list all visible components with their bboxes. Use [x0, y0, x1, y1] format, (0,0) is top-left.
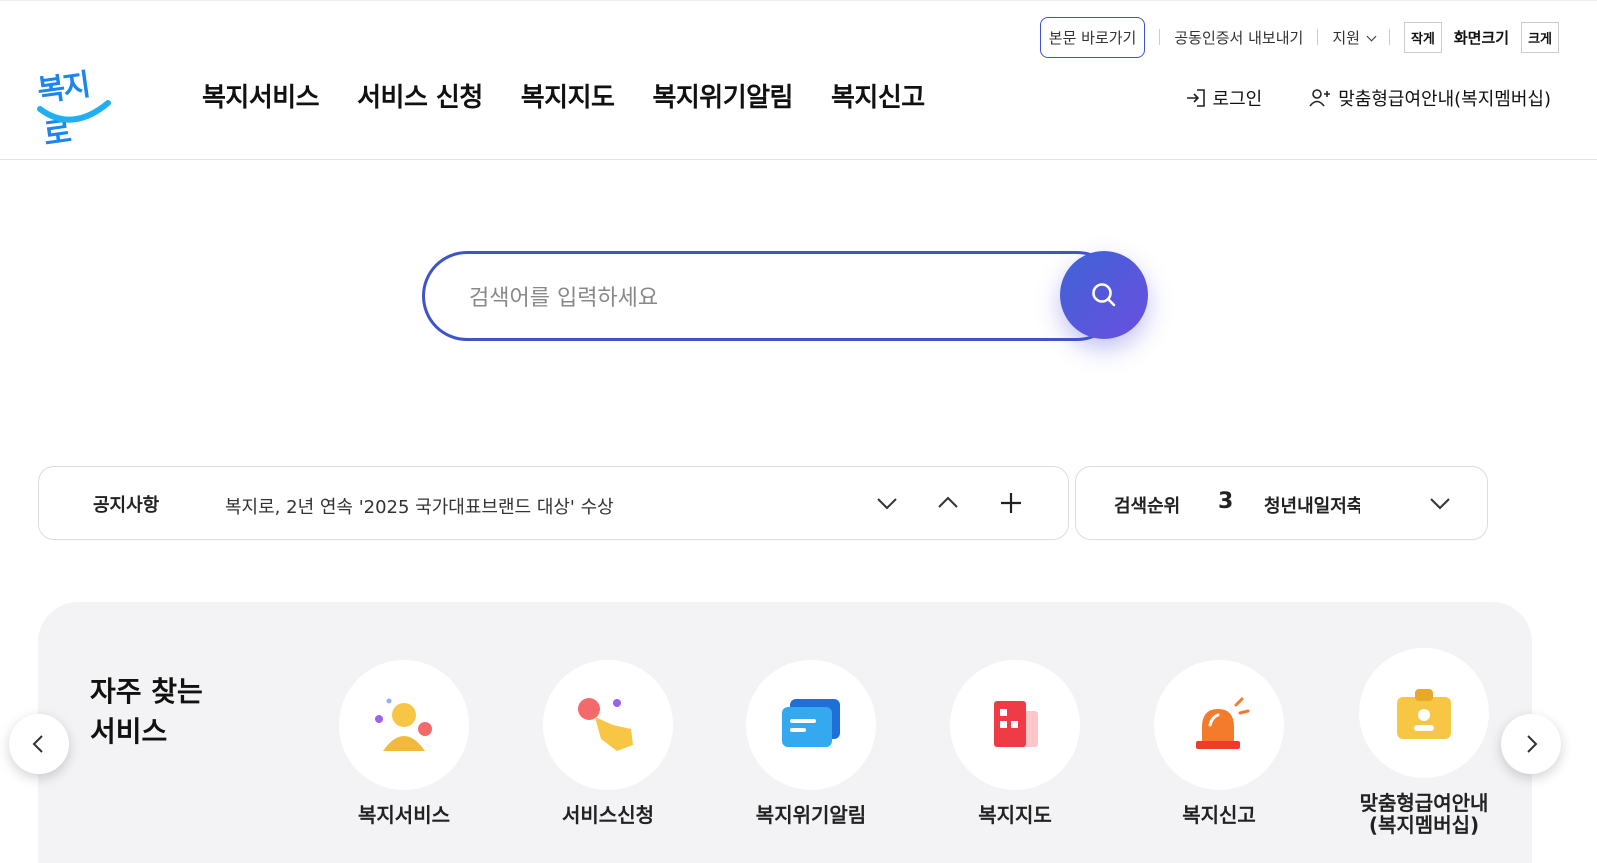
divider — [1159, 29, 1161, 45]
notice-label: 공지사항 — [93, 495, 160, 516]
support-label: 지원 — [1332, 28, 1360, 47]
search-icon — [1092, 283, 1116, 307]
chevron-left-icon — [32, 735, 43, 753]
cert-export-link[interactable]: 공동인증서 내보내기 — [1174, 27, 1303, 48]
ranking-expand-button[interactable] — [1424, 487, 1456, 519]
divider — [1317, 29, 1319, 45]
search-area — [422, 251, 1148, 341]
chevron-right-icon — [1527, 735, 1538, 753]
search-box — [422, 251, 1122, 341]
logo[interactable]: 복지로 — [35, 59, 116, 153]
nav-crisis-alert[interactable]: 복지위기알림 — [652, 77, 793, 114]
login-link[interactable]: 로그인 — [1185, 85, 1263, 111]
header: 복지로 본문 바로가기 공동인증서 내보내기 지원 작게 화면크기 크게 복지서… — [0, 0, 1597, 160]
nav-welfare-report[interactable]: 복지신고 — [831, 77, 925, 114]
carousel-next-button[interactable] — [1501, 714, 1561, 774]
service-icon-circle — [339, 660, 469, 790]
nav-service-apply[interactable]: 서비스 신청 — [357, 77, 483, 114]
chevron-down-icon — [1366, 31, 1377, 41]
chevron-down-icon — [1430, 498, 1450, 510]
frequent-title: 자주 찾는 서비스 — [90, 675, 203, 748]
service-label: 복지신고 — [1182, 803, 1256, 827]
service-label: 맞춤형급여안내(복지멤버십) — [1359, 791, 1489, 837]
chevron-up-icon — [938, 496, 958, 508]
nav-welfare-services[interactable]: 복지서비스 — [202, 77, 320, 114]
service-card[interactable]: 서비스신청 — [518, 660, 698, 826]
service-card[interactable]: 복지위기알림 — [721, 660, 901, 826]
notice-next-button[interactable] — [871, 487, 903, 519]
ranking-term[interactable]: 청년내일저축계좌 — [1264, 492, 1360, 518]
ranking-number: 3 — [1218, 489, 1234, 514]
skip-to-content-button[interactable]: 본문 바로가기 — [1039, 16, 1146, 58]
notice-prev-button[interactable] — [932, 487, 964, 519]
person-icon — [375, 698, 432, 751]
login-label: 로그인 — [1212, 89, 1263, 110]
utility-bar: 본문 바로가기 공동인증서 내보내기 지원 작게 화면크기 크게 — [1039, 15, 1559, 59]
plus-icon — [1001, 493, 1021, 513]
service-label: 복지위기알림 — [755, 803, 867, 827]
screen-size-label: 화면크기 — [1453, 28, 1510, 47]
service-icon-circle — [1359, 648, 1489, 778]
service-card[interactable]: 복지서비스 — [314, 660, 494, 826]
ranking-label: 검색순위 — [1114, 496, 1181, 517]
service-icon-circle — [543, 660, 673, 790]
id-card-icon — [1397, 689, 1451, 739]
frequent-services: 자주 찾는 서비스 복지서비스 서비스신청 복지위기알림 복지지도 복지신고 맞… — [38, 602, 1532, 863]
service-card[interactable]: 복지지도 — [925, 660, 1105, 826]
membership-label: 맞춤형급여안내(복지멤버십) — [1338, 89, 1551, 110]
map-icon — [994, 701, 1038, 747]
notice-text[interactable]: 복지로, 2년 연속 '2025 국가대표브랜드 대상' 수상 — [225, 493, 614, 519]
siren-icon — [1196, 697, 1250, 749]
service-icon-circle — [746, 660, 876, 790]
account-links: 로그인 맞춤형급여안내(복지멤버십) — [1185, 85, 1551, 111]
notice-more-button[interactable] — [995, 487, 1027, 519]
carousel-prev-button[interactable] — [9, 714, 69, 774]
logo-smile-icon — [37, 100, 111, 123]
message-icon — [782, 699, 840, 747]
support-menu[interactable]: 지원 — [1332, 27, 1377, 48]
service-card[interactable]: 맞춤형급여안내(복지멤버십) — [1334, 648, 1514, 836]
search-ranking: 검색순위 3 청년내일저축계좌 — [1075, 466, 1488, 540]
font-large-button[interactable]: 크게 — [1521, 21, 1559, 53]
page: 복지로 본문 바로가기 공동인증서 내보내기 지원 작게 화면크기 크게 복지서… — [0, 0, 1597, 863]
font-small-button[interactable]: 작게 — [1403, 21, 1442, 53]
search-button[interactable] — [1060, 251, 1148, 339]
service-label: 서비스신청 — [562, 803, 654, 827]
chevron-down-icon — [877, 498, 897, 510]
search-input[interactable] — [469, 280, 1029, 316]
service-card[interactable]: 복지신고 — [1129, 660, 1309, 826]
login-icon — [1186, 89, 1205, 107]
service-label: 복지서비스 — [358, 803, 450, 827]
main-nav: 복지서비스 서비스 신청 복지지도 복지위기알림 복지신고 — [202, 77, 925, 114]
add-user-icon — [1309, 89, 1331, 107]
service-label: 복지지도 — [978, 803, 1052, 827]
membership-link[interactable]: 맞춤형급여안내(복지멤버십) — [1308, 85, 1551, 111]
hand-tap-icon — [578, 698, 633, 751]
nav-welfare-map[interactable]: 복지지도 — [521, 77, 615, 114]
service-icon-circle — [950, 660, 1080, 790]
notice-bar: 공지사항 복지로, 2년 연속 '2025 국가대표브랜드 대상' 수상 — [38, 466, 1069, 540]
service-icon-circle — [1154, 660, 1284, 790]
divider — [1388, 29, 1390, 45]
